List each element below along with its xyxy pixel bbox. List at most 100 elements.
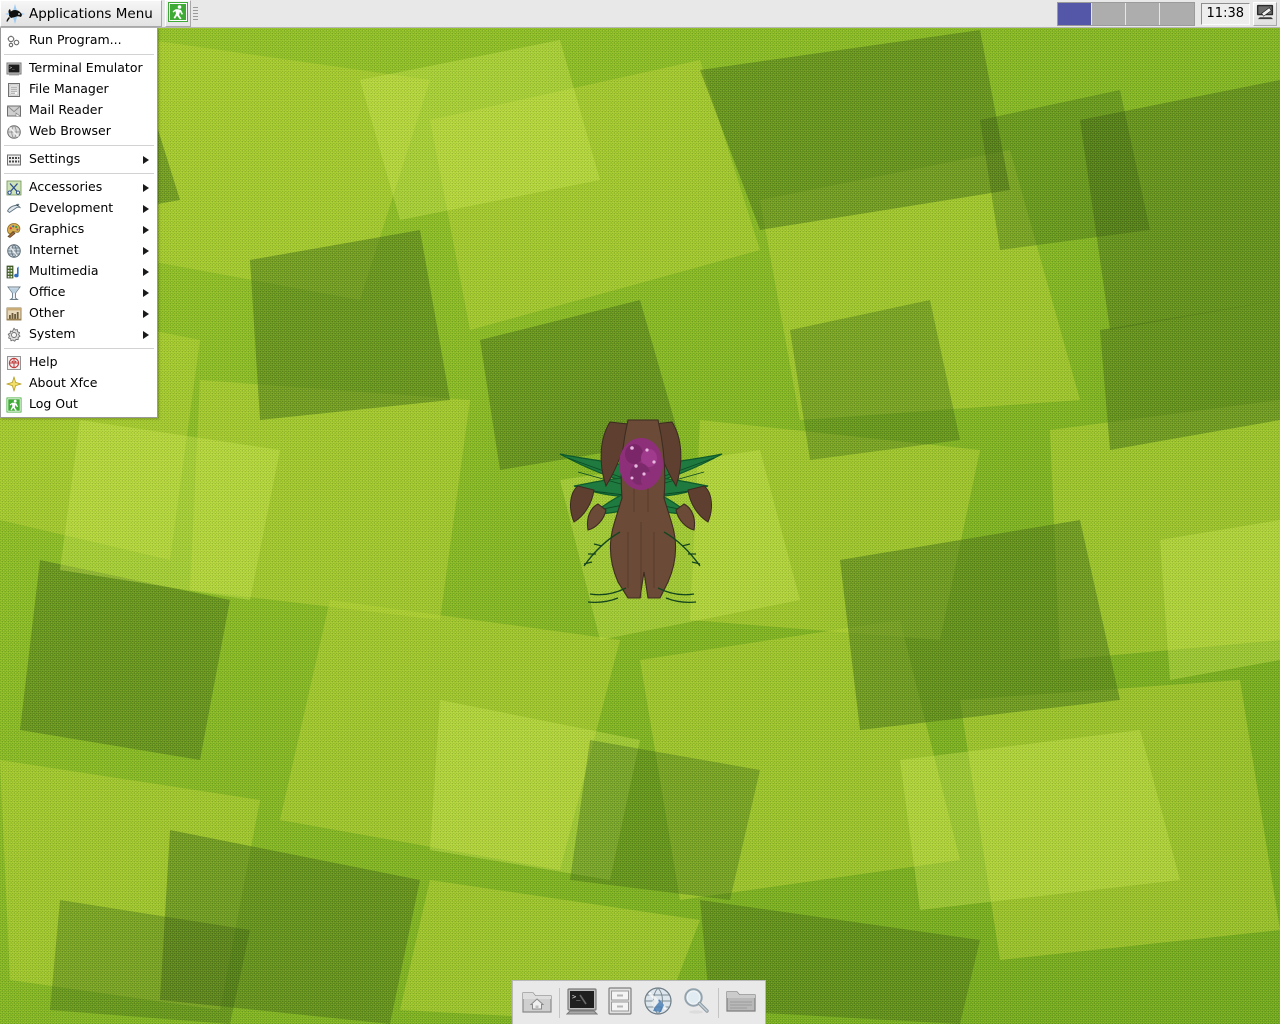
clock[interactable]: 11:38 [1200,2,1250,25]
menu-item-help[interactable]: Help [1,352,157,373]
menu-item-multimedia[interactable]: Multimedia [1,261,157,282]
menu-item-label: Office [29,284,66,300]
submenu-arrow-icon [143,267,149,276]
submenu-arrow-icon [143,183,149,192]
logout-running-man-icon [6,397,22,413]
menu-item-file-manager[interactable]: File Manager [1,79,157,100]
development-icon [6,201,22,217]
menu-item-label: Settings [29,151,81,167]
submenu-arrow-icon [143,288,149,297]
dock-item-trash[interactable] [722,984,760,1022]
about-xfce-star-icon [6,375,22,392]
other-icon [6,306,22,322]
workspace-cell-2[interactable] [1091,2,1126,25]
home-folder-icon [521,985,553,1021]
file-manager-cabinet-icon [604,985,636,1021]
menu-item-system[interactable]: System [1,324,157,345]
menu-item-development[interactable]: Development [1,198,157,219]
menu-item-log-out[interactable]: Log Out [1,394,157,415]
desktop-logo-tree-root-figure [559,419,723,604]
bottom-dock-panel: >_ [512,980,766,1024]
logout-running-man-icon [167,1,188,26]
submenu-arrow-icon [143,330,149,339]
dock-item-web-browser[interactable] [639,984,677,1022]
menu-item-mail-reader[interactable]: Mail Reader [1,100,157,121]
web-browser-globe-icon [642,985,674,1021]
system-gear-icon [6,327,22,343]
menu-separator [4,348,154,349]
dock-item-home-folder[interactable] [518,984,556,1022]
dock-separator [559,987,560,1018]
settings-icon [6,152,22,168]
submenu-arrow-icon [143,155,149,164]
menu-separator [4,173,154,174]
menu-item-other[interactable]: Other [1,303,157,324]
menu-item-about-xfce[interactable]: About Xfce [1,373,157,394]
desktop-screen: Applications Menu 11:38 Run Program... >… [0,0,1280,1024]
dock-item-file-manager[interactable] [601,984,639,1022]
panel-spacer [200,0,1057,27]
terminal-icon: >_ [6,61,22,77]
applications-menu-popup: Run Program... >_ Terminal Emulator File… [0,28,158,418]
top-panel: Applications Menu 11:38 [0,0,1280,28]
terminal-icon: >_ [565,985,599,1021]
dock-item-terminal[interactable]: >_ [563,984,601,1022]
menu-item-office[interactable]: Office [1,282,157,303]
web-browser-icon [6,124,22,140]
graphics-icon [6,222,22,238]
menu-item-label: Graphics [29,221,85,237]
menu-item-label: Multimedia [29,263,99,279]
menu-item-label: Other [29,305,65,321]
dock-item-find-files[interactable] [677,984,715,1022]
menu-item-web-browser[interactable]: Web Browser [1,121,157,142]
menu-separator [4,54,154,55]
trash-folder-icon [725,985,757,1021]
menu-item-settings[interactable]: Settings [1,149,157,170]
mail-reader-icon [6,103,22,119]
internet-globe-icon [6,243,22,259]
svg-text:>_: >_ [572,993,581,1001]
log-out-launcher[interactable] [164,0,191,27]
xfce-mouse-icon [5,3,25,24]
menu-item-label: Mail Reader [29,102,103,118]
panel-handle[interactable] [191,0,200,27]
menu-item-label: Accessories [29,179,103,195]
menu-item-run-program[interactable]: Run Program... [1,30,157,51]
workspace-cell-1[interactable] [1057,2,1092,25]
submenu-arrow-icon [143,204,149,213]
menu-item-label: About Xfce [29,375,98,391]
submenu-arrow-icon [143,246,149,255]
find-magnifier-icon [680,985,712,1021]
applications-menu-label: Applications Menu [29,5,153,22]
grip-dots-icon [192,7,198,20]
menu-item-terminal-emulator[interactable]: >_ Terminal Emulator [1,58,157,79]
workspace-cell-3[interactable] [1125,2,1160,25]
menu-item-internet[interactable]: Internet [1,240,157,261]
menu-item-label: Web Browser [29,123,111,139]
help-icon [6,355,22,371]
workspace-cell-4[interactable] [1159,2,1194,25]
menu-item-accessories[interactable]: Accessories [1,177,157,198]
show-desktop-button[interactable] [1253,1,1277,26]
workspace-switcher[interactable] [1056,1,1195,26]
menu-item-label: Internet [29,242,79,258]
submenu-arrow-icon [143,309,149,318]
file-manager-icon [6,82,22,98]
menu-item-label: Run Program... [29,32,122,48]
menu-item-label: Development [29,200,114,216]
applications-menu-button[interactable]: Applications Menu [0,0,162,27]
menu-item-label: Terminal Emulator [29,60,143,76]
run-program-icon [6,33,22,49]
menu-separator [4,145,154,146]
dock-separator [718,987,719,1018]
menu-item-label: Log Out [29,396,78,412]
accessories-icon [6,180,22,196]
submenu-arrow-icon [143,225,149,234]
menu-item-label: File Manager [29,81,109,97]
show-desktop-icon [1256,2,1275,25]
menu-item-label: Help [29,354,58,370]
office-icon [6,285,22,301]
menu-item-graphics[interactable]: Graphics [1,219,157,240]
multimedia-icon [6,264,22,280]
menu-item-label: System [29,326,76,342]
